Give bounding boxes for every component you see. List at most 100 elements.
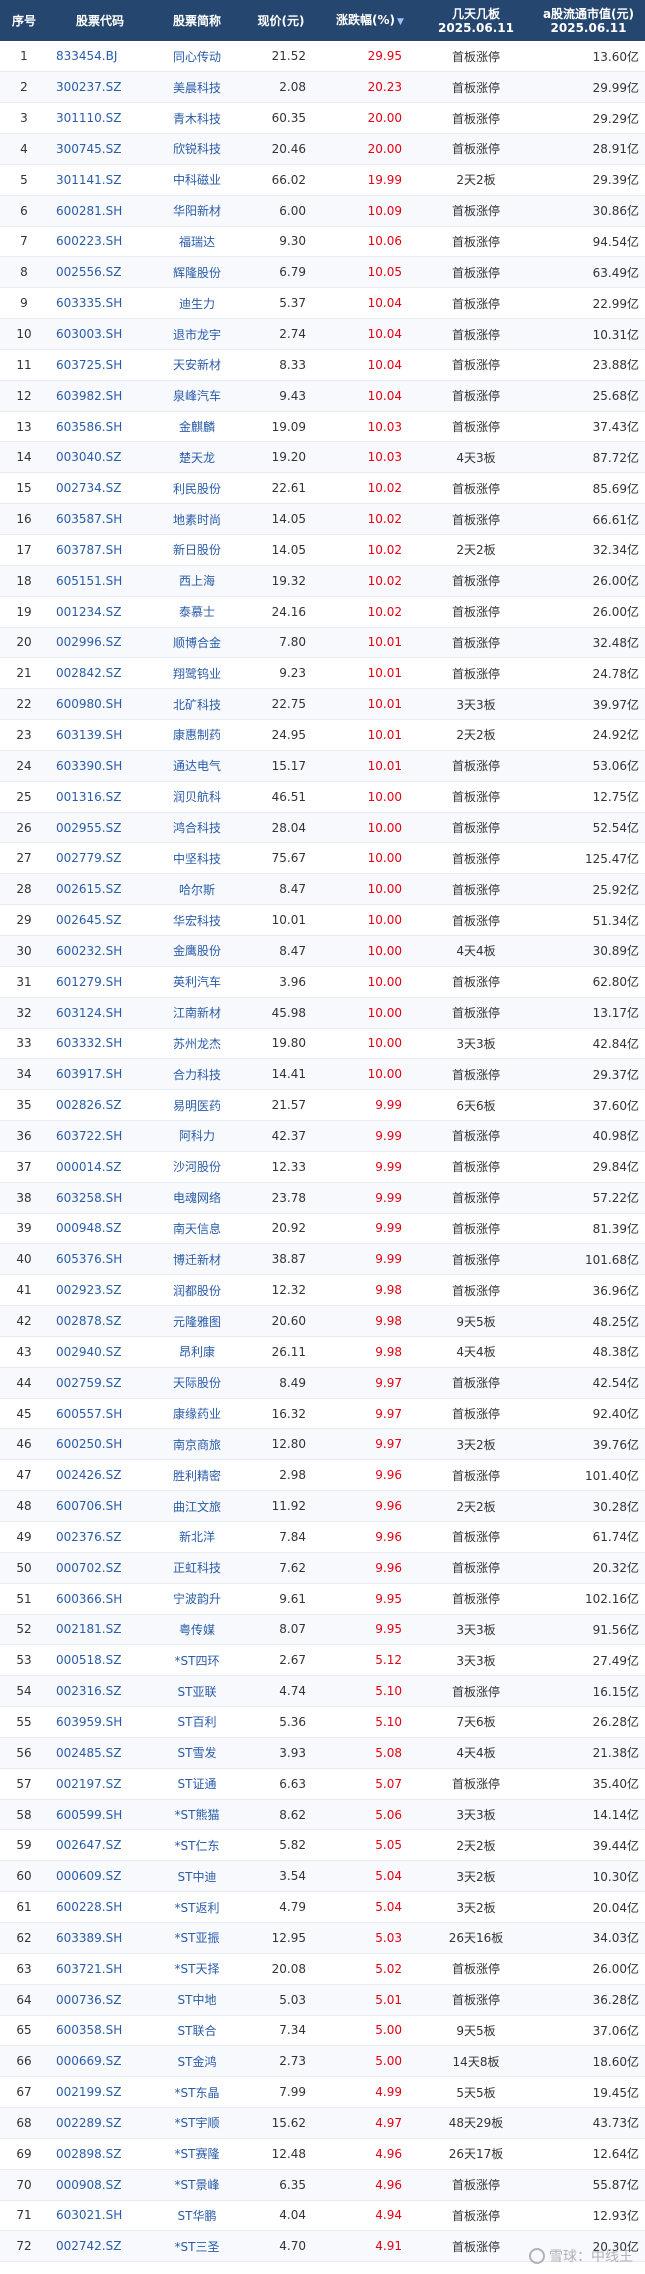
table-row[interactable]: 46 600250.SH 南京商旅 12.80 9.97 3天2板 39.76亿 [0,1428,645,1461]
row-stock-code[interactable]: 600599.SH [48,1799,152,1831]
row-stock-code[interactable]: 605376.SH [48,1243,152,1276]
row-stock-name[interactable]: *ST返利 [152,1891,242,1923]
row-stock-code[interactable]: 001316.SZ [48,781,152,813]
row-stock-name[interactable]: *ST宇顺 [152,2107,242,2139]
row-stock-name[interactable]: 曲江文旅 [152,1490,242,1522]
row-stock-code[interactable]: 000518.SZ [48,1644,152,1677]
row-stock-name[interactable]: 宁波韵升 [152,1583,242,1615]
row-stock-name[interactable]: 南天信息 [152,1213,242,1245]
row-stock-code[interactable]: 002181.SZ [48,1614,152,1646]
row-stock-name[interactable]: 天安新材 [152,349,242,381]
row-stock-name[interactable]: 易明医药 [152,1089,242,1122]
table-row[interactable]: 6 600281.SH 华阳新材 6.00 10.09 首板涨停 30.86亿 [0,195,645,227]
row-stock-code[interactable]: 600228.SH [48,1891,152,1923]
table-row[interactable]: 27 002779.SZ 中坚科技 75.67 10.00 首板涨停 125.47亿 [0,842,645,875]
row-stock-name[interactable]: 润贝航科 [152,781,242,813]
table-row[interactable]: 28 002615.SZ 哈尔斯 8.47 10.00 首板涨停 25.92亿 [0,873,645,906]
row-stock-code[interactable]: 600366.SH [48,1583,152,1615]
row-stock-name[interactable]: 粤传媒 [152,1614,242,1646]
row-stock-code[interactable]: 603787.SH [48,534,152,566]
row-stock-name[interactable]: 辉隆股份 [152,256,242,289]
row-stock-code[interactable]: 002878.SZ [48,1305,152,1337]
table-row[interactable]: 33 603332.SH 苏州龙杰 19.80 10.00 3天3板 42.84亿 [0,1028,645,1060]
row-stock-code[interactable]: 002923.SZ [48,1274,152,1307]
table-row[interactable]: 17 603787.SH 新日股份 14.05 10.02 2天2板 32.34亿 [0,534,645,566]
row-stock-code[interactable]: 000702.SZ [48,1552,152,1584]
row-stock-name[interactable]: 金麒麟 [152,411,242,443]
row-stock-name[interactable]: 楚天龙 [152,441,242,474]
row-stock-name[interactable]: 迪生力 [152,287,242,320]
table-row[interactable]: 32 603124.SH 江南新材 45.98 10.00 首板涨停 13.17亿 [0,997,645,1029]
row-stock-name[interactable]: 康缘药业 [152,1398,242,1430]
row-stock-name[interactable]: 北矿科技 [152,688,242,721]
row-stock-name[interactable]: *ST熊猫 [152,1799,242,1831]
row-stock-name[interactable]: 利民股份 [152,472,242,505]
row-stock-code[interactable]: 603721.SH [48,1953,152,1985]
row-stock-code[interactable]: 603139.SH [48,719,152,751]
row-stock-name[interactable]: ST百利 [152,1706,242,1738]
table-row[interactable]: 44 002759.SZ 天际股份 8.49 9.97 首板涨停 42.54亿 [0,1367,645,1399]
row-stock-name[interactable]: 顺博合金 [152,627,242,659]
row-stock-name[interactable]: 沙河股份 [152,1151,242,1183]
table-row[interactable]: 26 002955.SZ 鸿合科技 28.04 10.00 首板涨停 52.54亿 [0,812,645,844]
row-stock-name[interactable]: 哈尔斯 [152,873,242,906]
row-stock-name[interactable]: 合力科技 [152,1058,242,1091]
row-stock-code[interactable]: 603021.SH [48,2200,152,2232]
table-row[interactable]: 15 002734.SZ 利民股份 22.61 10.02 首板涨停 85.69亿 [0,472,645,505]
column-header-price[interactable]: 现价(元) [242,0,320,41]
row-stock-name[interactable]: ST雪发 [152,1737,242,1769]
sort-desc-icon[interactable]: ▼ [397,17,404,27]
row-stock-name[interactable]: 鸿合科技 [152,812,242,844]
row-stock-name[interactable]: 润都股份 [152,1274,242,1307]
row-stock-code[interactable]: 603982.SH [48,380,152,412]
row-stock-code[interactable]: 603124.SH [48,997,152,1029]
row-stock-name[interactable]: 康惠制药 [152,719,242,751]
row-stock-code[interactable]: 600281.SH [48,195,152,227]
table-row[interactable]: 5 301141.SZ 中科磁业 66.02 19.99 2天2板 29.39亿 [0,164,645,196]
row-stock-code[interactable]: 603587.SH [48,503,152,535]
row-stock-code[interactable]: 603725.SH [48,349,152,381]
table-row[interactable]: 60 000609.SZ ST中迪 3.54 5.04 3天2板 10.30亿 [0,1860,645,1893]
row-stock-code[interactable]: 601279.SH [48,966,152,998]
row-stock-name[interactable]: 博迁新材 [152,1243,242,1276]
table-row[interactable]: 23 603139.SH 康惠制药 24.95 10.01 2天2板 24.92亿 [0,719,645,751]
table-row[interactable]: 19 001234.SZ 泰慕士 24.16 10.02 首板涨停 26.00亿 [0,596,645,628]
table-row[interactable]: 35 002826.SZ 易明医药 21.57 9.99 6天6板 37.60亿 [0,1089,645,1122]
row-stock-name[interactable]: 电魂网络 [152,1182,242,1214]
row-stock-code[interactable]: 603332.SH [48,1028,152,1060]
row-stock-code[interactable]: 002289.SZ [48,2107,152,2139]
row-stock-name[interactable]: *ST仁东 [152,1829,242,1862]
table-row[interactable]: 58 600599.SH *ST熊猫 8.62 5.06 3天3板 14.14亿 [0,1799,645,1831]
table-row[interactable]: 54 002316.SZ ST亚联 4.74 5.10 首板涨停 16.15亿 [0,1675,645,1708]
row-stock-code[interactable]: 002955.SZ [48,812,152,844]
row-stock-code[interactable]: 002485.SZ [48,1737,152,1769]
column-header-name[interactable]: 股票简称 [152,0,242,41]
row-stock-name[interactable]: ST联合 [152,2015,242,2047]
row-stock-name[interactable]: 华阳新材 [152,195,242,227]
column-header-change[interactable]: 涨跌幅(%) ▼ [320,0,420,41]
table-row[interactable]: 50 000702.SZ 正虹科技 7.62 9.96 首板涨停 20.32亿 [0,1552,645,1584]
table-row[interactable]: 36 603722.SH 阿科力 42.37 9.99 首板涨停 40.98亿 [0,1120,645,1152]
column-header-cap[interactable]: a股流通市值(元) 2025.06.11 [532,0,645,41]
column-header-days[interactable]: 几天几板 2025.06.11 [420,0,532,41]
row-stock-code[interactable]: 002316.SZ [48,1675,152,1708]
row-stock-code[interactable]: 000014.SZ [48,1151,152,1183]
row-stock-name[interactable]: 青木科技 [152,102,242,135]
table-row[interactable]: 21 002842.SZ 翔鹭钨业 9.23 10.01 首板涨停 24.78亿 [0,657,645,690]
table-row[interactable]: 45 600557.SH 康缘药业 16.32 9.97 首板涨停 92.40亿 [0,1398,645,1430]
table-row[interactable]: 1 833454.BJ 同心传动 21.52 29.95 首板涨停 13.60亿 [0,41,645,73]
table-row[interactable]: 55 603959.SH ST百利 5.36 5.10 7天6板 26.28亿 [0,1706,645,1738]
row-stock-name[interactable]: 泰慕士 [152,596,242,628]
table-row[interactable]: 14 003040.SZ 楚天龙 19.20 10.03 4天3板 87.72亿 [0,441,645,474]
row-stock-code[interactable]: 002734.SZ [48,472,152,505]
table-row[interactable]: 29 002645.SZ 华宏科技 10.01 10.00 首板涨停 51.34亿 [0,904,645,936]
row-stock-name[interactable]: 江南新材 [152,997,242,1029]
table-row[interactable]: 22 600980.SH 北矿科技 22.75 10.01 3天3板 39.97亿 [0,688,645,721]
row-stock-name[interactable]: 西上海 [152,565,242,597]
row-stock-code[interactable]: 603917.SH [48,1058,152,1091]
row-stock-name[interactable]: 华宏科技 [152,904,242,936]
row-stock-name[interactable]: 天际股份 [152,1367,242,1399]
row-stock-code[interactable]: 000948.SZ [48,1213,152,1245]
row-stock-name[interactable]: ST中地 [152,1984,242,2016]
row-stock-name[interactable]: *ST天择 [152,1953,242,1985]
